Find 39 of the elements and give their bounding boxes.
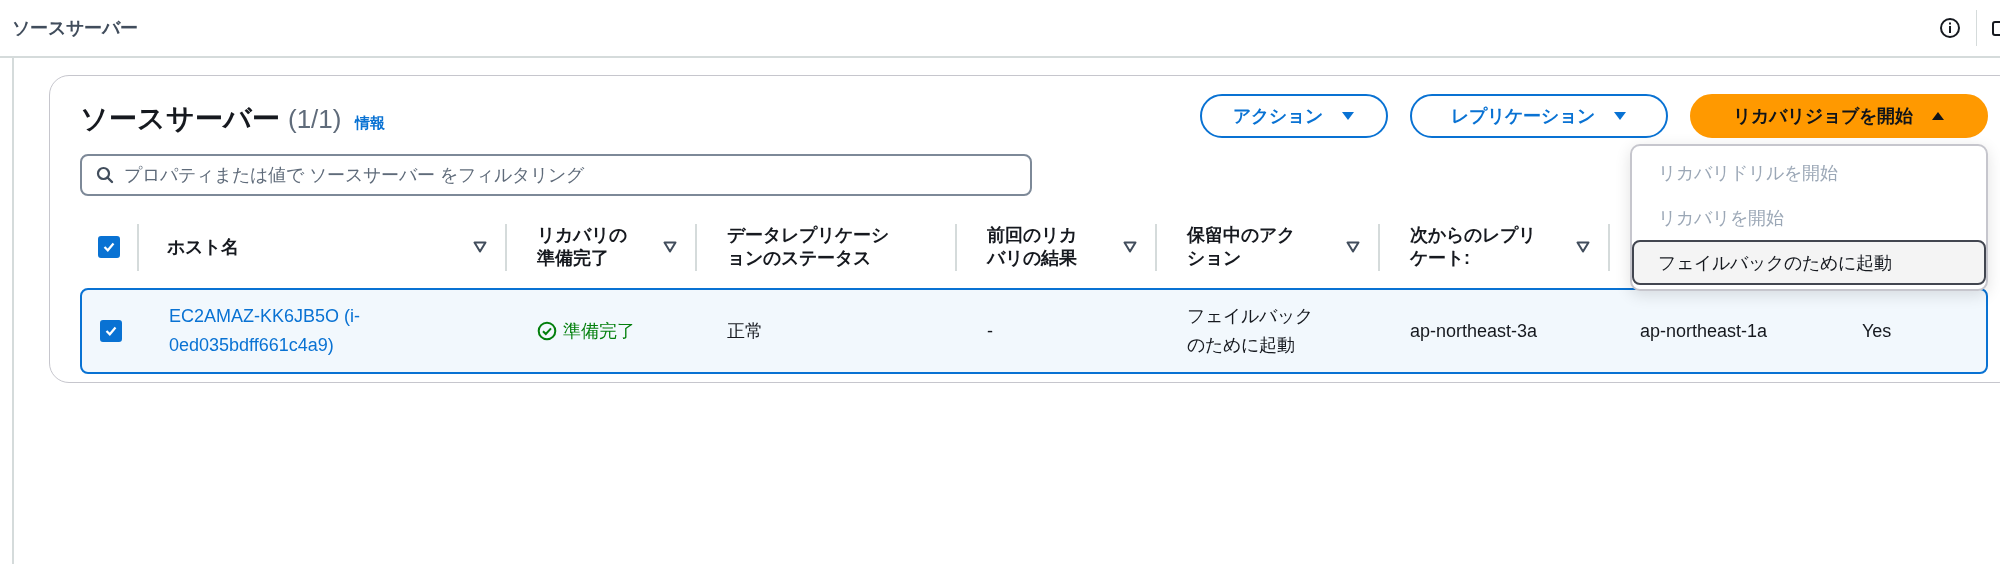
column-header: ホスト名 [167,235,239,259]
table-cell-text: ap-northeast-1a [1640,319,1768,343]
page-title: ソースサーバー [12,17,138,40]
status-text: 準備完了 [563,319,635,343]
dropdown-button[interactable]: アクション [1200,94,1388,138]
info-icon[interactable] [1939,17,1961,39]
check-circle-icon [537,321,557,341]
sort-icon[interactable] [1576,241,1590,254]
sort-icon[interactable] [473,241,487,254]
column-header: 保留中のアクション [1187,224,1296,271]
info-link[interactable]: 情報 [355,114,386,133]
column-header: 前回のリカバリの結果 [987,224,1078,271]
check-icon [103,324,118,338]
table-cell-text: フェイルバックのために起動 [1187,305,1314,357]
panel-title: ソースサーバー [80,102,280,136]
table-cell-text: Yes [1862,319,1892,343]
start-job-button[interactable]: リカバリジョブを開始 [1690,94,1988,138]
table-row[interactable]: EC2AMAZ-KK6JB5O (i-0ed035bdff661c4a9) 準備完了 正常 - フェイルバックのために起動 ap-northeast-3a ap-northeast-1a Yes [80,288,1988,374]
check-icon [101,240,116,255]
menu-item[interactable]: フェイルバックのために起動 [1632,240,1986,285]
select-all-checkbox[interactable] [97,236,120,259]
column-header: 次からのレプリケート: [1410,224,1537,271]
search-field[interactable]: プロパティまたは値で ソースサーバー をフィルタリング [80,154,1032,196]
caret-icon [1341,111,1355,121]
host-link[interactable]: EC2AMAZ-KK6JB5O (i-0ed035bdff661c4a9) [169,302,429,360]
item-count: (1/1) [288,104,342,135]
table-cell-text: - [987,319,993,343]
column-header: データレプリケーションのステータス [727,224,890,271]
table-cell-text: 正常 [727,319,763,343]
sort-icon[interactable] [663,241,677,254]
row-checkbox[interactable] [99,320,122,342]
dropdown-button[interactable]: レプリケーション [1410,94,1668,138]
search-icon [96,166,114,184]
caret-icon [1931,111,1945,121]
column-header: リカバリの準備完了 [537,224,628,271]
sort-icon[interactable] [1346,241,1360,254]
table-cell-text: ap-northeast-3a [1410,319,1538,343]
sort-icon[interactable] [1123,241,1137,254]
caret-icon [1613,111,1627,121]
